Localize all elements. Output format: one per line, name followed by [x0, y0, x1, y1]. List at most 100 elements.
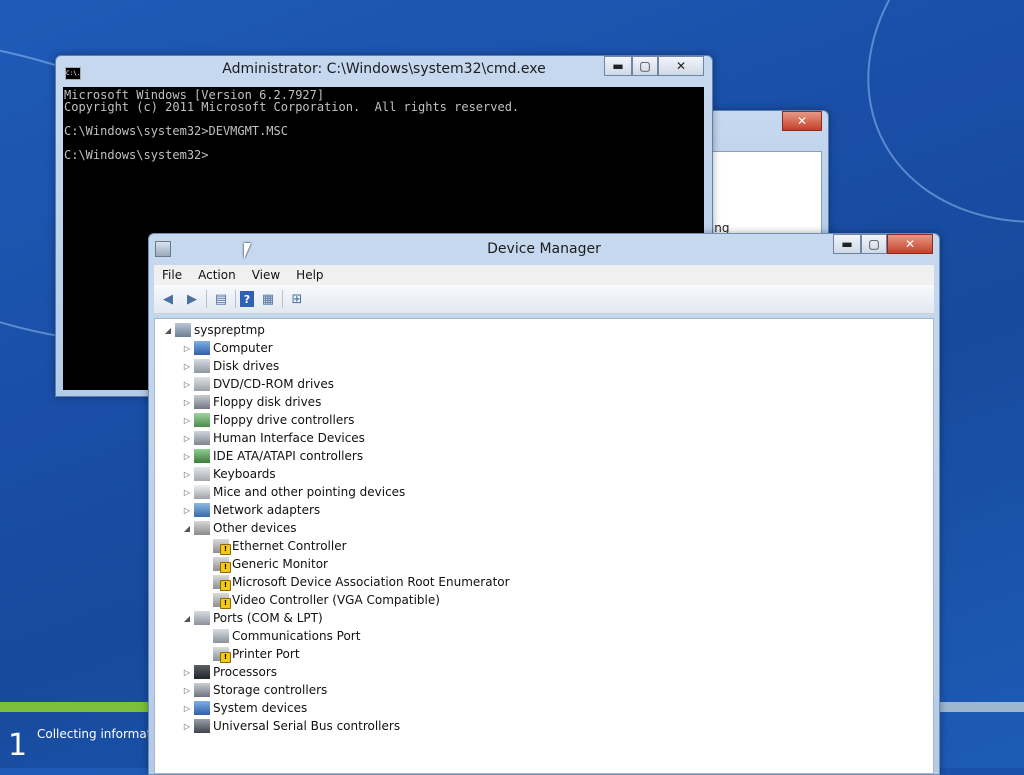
menu-file[interactable]: File — [154, 268, 190, 282]
expand-arrow-icon[interactable]: ▷ — [182, 686, 192, 695]
keyboard-icon — [194, 467, 210, 481]
tree-category-item[interactable]: ▷ Storage controllers — [182, 681, 327, 699]
tree-item-label: Ports (COM & LPT) — [213, 611, 323, 625]
mouse-cursor-icon — [244, 243, 251, 259]
tree-category-item[interactable]: ▷ IDE ATA/ATAPI controllers — [182, 447, 363, 465]
tree-category-item[interactable]: ◢ Other devices — [182, 519, 297, 537]
menu-help[interactable]: Help — [288, 268, 331, 282]
expand-arrow-icon[interactable]: ▷ — [182, 668, 192, 677]
tree-child-item[interactable]: Ethernet Controller — [201, 537, 347, 555]
device-manager-title: Device Manager — [487, 241, 601, 257]
warning-device-icon — [213, 539, 231, 555]
tree-category-item[interactable]: ▷ Keyboards — [182, 465, 276, 483]
warning-device-icon — [213, 557, 231, 573]
tree-category-item[interactable]: ▷ Mice and other pointing devices — [182, 483, 405, 501]
unknown-device-icon — [194, 521, 210, 535]
show-hide-console-tree-icon[interactable]: ▤ — [211, 290, 231, 308]
expand-arrow-icon[interactable]: ▷ — [182, 704, 192, 713]
tree-root[interactable]: ◢ syspreptmp — [163, 321, 265, 339]
tree-item-label: Keyboards — [213, 467, 276, 481]
tree-item-label: Ethernet Controller — [232, 539, 347, 553]
expand-arrow-icon[interactable]: ▷ — [182, 722, 192, 731]
tree-category-item[interactable]: ▷ DVD/CD-ROM drives — [182, 375, 334, 393]
collapse-arrow-icon[interactable]: ◢ — [163, 326, 173, 335]
computer-icon — [194, 341, 210, 355]
tree-item-label: Universal Serial Bus controllers — [213, 719, 401, 733]
tree-item-label: Mice and other pointing devices — [213, 485, 406, 499]
tree-category-item[interactable]: ▷ Processors — [182, 663, 277, 681]
tree-child-item[interactable]: Generic Monitor — [201, 555, 328, 573]
tree-item-label: Other devices — [213, 521, 297, 535]
toolbar-separator — [282, 290, 283, 308]
properties-icon[interactable]: ▦ — [258, 290, 278, 308]
scan-hardware-icon[interactable]: ⊞ — [287, 290, 307, 308]
warning-device-icon — [213, 575, 231, 591]
expand-arrow-icon[interactable]: ▷ — [182, 452, 192, 461]
device-tree[interactable]: ◢ syspreptmp ▷ Computer ▷ Disk drives ▷ DVD/C… — [154, 318, 934, 774]
expand-arrow-icon[interactable]: ▷ — [182, 416, 192, 425]
tree-root-label: syspreptmp — [194, 323, 265, 337]
tree-item-label: Video Controller (VGA Compatible) — [232, 593, 440, 607]
forward-arrow-icon[interactable]: ▶ — [182, 290, 202, 308]
toolbar-separator — [206, 290, 207, 308]
tree-category-item[interactable]: ▷ Network adapters — [182, 501, 320, 519]
help-icon[interactable]: ? — [240, 291, 254, 307]
tree-item-label: Processors — [213, 665, 278, 679]
expand-arrow-icon[interactable]: ▷ — [182, 506, 192, 515]
tree-category-item[interactable]: ▷ Computer — [182, 339, 273, 357]
network-adapter-icon — [194, 503, 210, 517]
devmgr-maximize-button[interactable]: ▢ — [861, 234, 887, 254]
tree-category-item[interactable]: ▷ Human Interface Devices — [182, 429, 365, 447]
tree-category-item[interactable]: ◢ Ports (COM & LPT) — [182, 609, 323, 627]
devmgr-close-button[interactable]: ✕ — [887, 234, 933, 254]
warning-port-icon — [213, 647, 231, 663]
processor-icon — [194, 665, 210, 679]
tree-category-item[interactable]: ▷ Floppy drive controllers — [182, 411, 354, 429]
system-device-icon — [194, 701, 210, 715]
ide-controller-icon — [194, 449, 210, 463]
menu-view[interactable]: View — [244, 268, 288, 282]
hid-icon — [194, 431, 210, 445]
devmgr-minimize-button[interactable]: ▬ — [833, 234, 861, 254]
tree-category-item[interactable]: ▷ Floppy disk drives — [182, 393, 321, 411]
tree-child-item[interactable]: Communications Port — [201, 627, 360, 645]
background-dialog-close-button[interactable]: ✕ — [782, 111, 822, 131]
cmd-maximize-button[interactable]: ▢ — [632, 56, 658, 76]
tree-item-label: Disk drives — [213, 359, 280, 373]
device-manager-window: Device Manager ▬ ▢ ✕ File Action View He… — [148, 233, 940, 775]
menu-bar: File Action View Help — [154, 265, 934, 285]
disk-drive-icon — [194, 359, 210, 373]
expand-arrow-icon[interactable]: ▷ — [182, 380, 192, 389]
expand-arrow-icon[interactable]: ▷ — [182, 470, 192, 479]
tree-category-item[interactable]: ▷ Universal Serial Bus controllers — [182, 717, 400, 735]
computer-icon — [175, 323, 191, 337]
tree-item-label: Generic Monitor — [232, 557, 328, 571]
tree-child-item[interactable]: Microsoft Device Association Root Enumer… — [201, 573, 510, 591]
tree-child-item[interactable]: Printer Port — [201, 645, 300, 663]
collapse-arrow-icon[interactable]: ◢ — [182, 524, 192, 533]
tree-item-label: Printer Port — [232, 647, 300, 661]
setup-step-number: 1 — [8, 728, 28, 763]
cmd-minimize-button[interactable]: ▬ — [604, 56, 632, 76]
tree-item-label: Storage controllers — [213, 683, 328, 697]
floppy-controller-icon — [194, 413, 210, 427]
floppy-disk-icon — [194, 395, 210, 409]
warning-device-icon — [213, 593, 231, 609]
expand-arrow-icon[interactable]: ▷ — [182, 434, 192, 443]
menu-action[interactable]: Action — [190, 268, 244, 282]
tree-category-item[interactable]: ▷ System devices — [182, 699, 307, 717]
tree-child-item[interactable]: Video Controller (VGA Compatible) — [201, 591, 440, 609]
expand-arrow-icon[interactable]: ▷ — [182, 398, 192, 407]
tree-item-label: Human Interface Devices — [213, 431, 365, 445]
collapse-arrow-icon[interactable]: ◢ — [182, 614, 192, 623]
toolbar-separator — [235, 290, 236, 308]
cmd-close-button[interactable]: ✕ — [658, 56, 704, 76]
tree-category-item[interactable]: ▷ Disk drives — [182, 357, 279, 375]
expand-arrow-icon[interactable]: ▷ — [182, 362, 192, 371]
back-arrow-icon[interactable]: ◀ — [158, 290, 178, 308]
tree-item-label: Computer — [213, 341, 273, 355]
expand-arrow-icon[interactable]: ▷ — [182, 488, 192, 497]
expand-arrow-icon[interactable]: ▷ — [182, 344, 192, 353]
mouse-icon — [194, 485, 210, 499]
tree-item-label: System devices — [213, 701, 308, 715]
